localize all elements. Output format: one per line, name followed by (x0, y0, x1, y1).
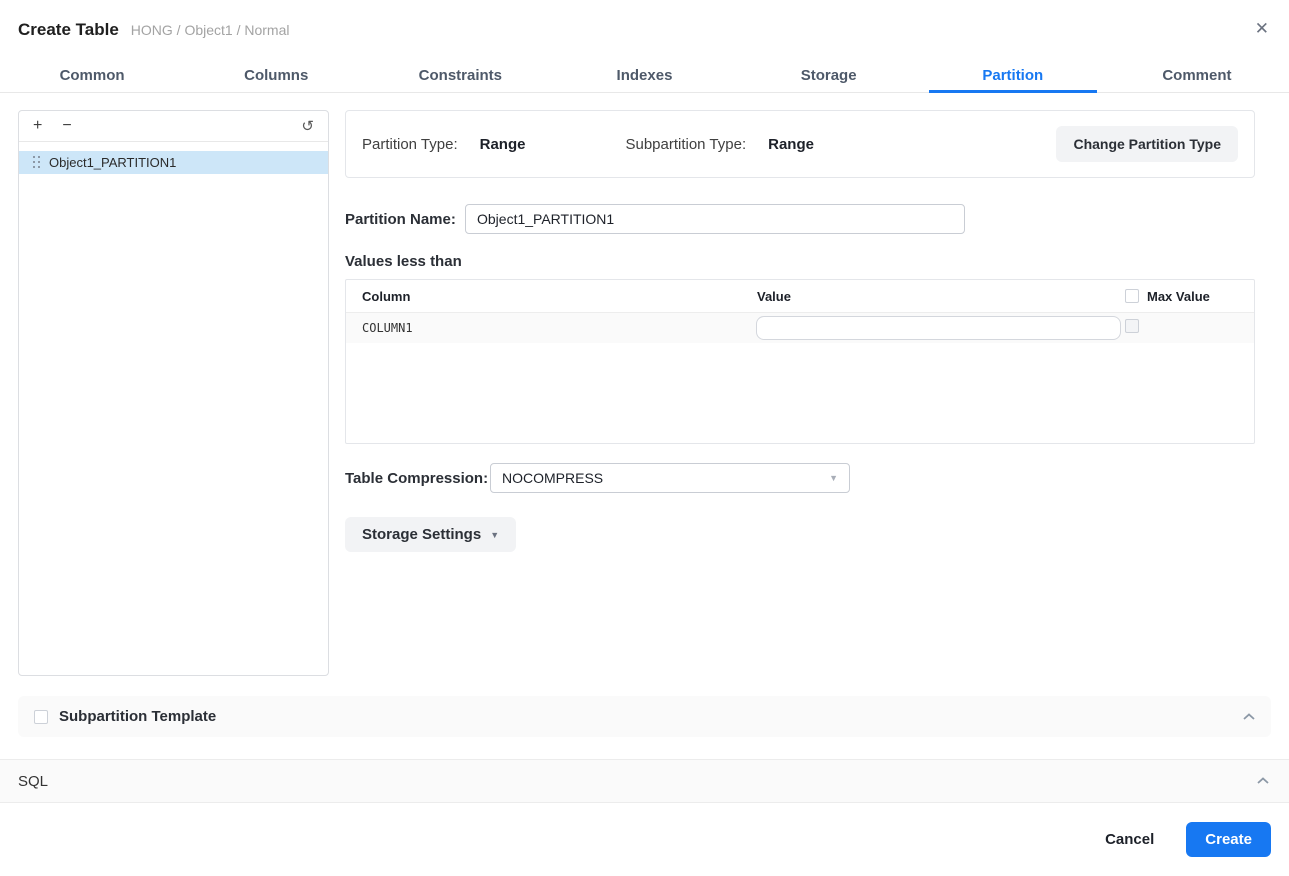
partition-type-group: Partition Type: Range (362, 136, 525, 153)
row-max-value-cell (1121, 318, 1254, 338)
row-value-cell (741, 316, 1121, 340)
partition-list-panel: + − ↺ Object1_PARTITION1 (18, 110, 329, 676)
tab-bar: Common Columns Constraints Indexes Stora… (0, 59, 1289, 93)
change-partition-type-button[interactable]: Change Partition Type (1056, 126, 1238, 162)
add-partition-button[interactable]: + (33, 118, 42, 134)
max-value-header: Max Value (1121, 289, 1254, 304)
table-compression-select[interactable]: NOCOMPRESS ▼ (490, 463, 850, 493)
partition-list-toolbar: + − ↺ (19, 111, 328, 142)
dialog-header: Create Table HONG / Object1 / Normal (18, 20, 289, 40)
page-title: Create Table (18, 20, 119, 39)
partition-type-value: Range (479, 135, 526, 153)
dialog-footer: Cancel Create (0, 803, 1289, 876)
partition-name-row: Partition Name: (345, 204, 1255, 234)
tab-common[interactable]: Common (0, 59, 184, 92)
chevron-down-icon: ▼ (829, 473, 838, 483)
partition-list-item[interactable]: Object1_PARTITION1 (19, 151, 328, 174)
column-header: Column (362, 288, 411, 304)
chevron-up-icon[interactable] (1257, 777, 1269, 785)
breadcrumb: HONG / Object1 / Normal (130, 22, 290, 38)
subpartition-type-value: Range (768, 135, 814, 153)
tab-constraints[interactable]: Constraints (368, 59, 552, 92)
values-table-header: Column Value Max Value (346, 280, 1254, 313)
table-compression-value: NOCOMPRESS (502, 470, 604, 486)
partition-detail: Partition Type: Range Subpartition Type:… (345, 110, 1255, 552)
table-row: COLUMN1 (346, 313, 1254, 343)
partition-type-infobox: Partition Type: Range Subpartition Type:… (345, 110, 1255, 178)
drag-handle-icon[interactable] (33, 156, 41, 169)
tab-indexes[interactable]: Indexes (552, 59, 736, 92)
max-value-header-checkbox[interactable] (1125, 289, 1139, 303)
tab-comment[interactable]: Comment (1105, 59, 1289, 92)
storage-settings-label: Storage Settings (362, 526, 482, 543)
sql-label: SQL (18, 772, 49, 790)
partition-name-label: Partition Name: (345, 210, 456, 228)
partition-item-label: Object1_PARTITION1 (49, 155, 177, 170)
sql-section[interactable]: SQL (0, 759, 1289, 803)
subpartition-template-section[interactable]: Subpartition Template (18, 696, 1271, 737)
row-column-name: COLUMN1 (362, 321, 413, 335)
row-value-input[interactable] (756, 316, 1121, 340)
values-table: Column Value Max Value COLUMN1 (345, 279, 1255, 444)
create-table-dialog: Create Table HONG / Object1 / Normal ✕ C… (0, 0, 1289, 876)
subpartition-type-group: Subpartition Type: Range (625, 136, 813, 153)
refresh-icon[interactable]: ↺ (301, 117, 314, 135)
tab-columns[interactable]: Columns (184, 59, 368, 92)
chevron-up-icon[interactable] (1243, 712, 1255, 721)
partition-type-label: Partition Type: (362, 135, 458, 153)
close-icon[interactable]: ✕ (1255, 20, 1269, 37)
tab-partition[interactable]: Partition (921, 59, 1105, 93)
tab-storage[interactable]: Storage (737, 59, 921, 92)
create-button[interactable]: Create (1186, 822, 1271, 857)
remove-partition-button[interactable]: − (62, 118, 71, 134)
max-value-header-label: Max Value (1147, 288, 1210, 304)
subpartition-type-label: Subpartition Type: (625, 135, 747, 153)
storage-settings-button[interactable]: Storage Settings ▼ (345, 517, 517, 552)
row-max-value-checkbox[interactable] (1125, 318, 1139, 333)
value-header: Value (757, 288, 791, 304)
partition-name-input[interactable] (465, 204, 965, 234)
values-less-than-label: Values less than (345, 253, 462, 270)
subpartition-template-label: Subpartition Template (59, 708, 217, 725)
table-compression-label: Table Compression: (345, 469, 489, 487)
table-compression-row: Table Compression: NOCOMPRESS ▼ (345, 463, 1255, 493)
subpartition-template-checkbox[interactable] (34, 709, 48, 724)
cancel-button[interactable]: Cancel (1105, 831, 1154, 848)
chevron-down-icon: ▼ (490, 529, 500, 540)
